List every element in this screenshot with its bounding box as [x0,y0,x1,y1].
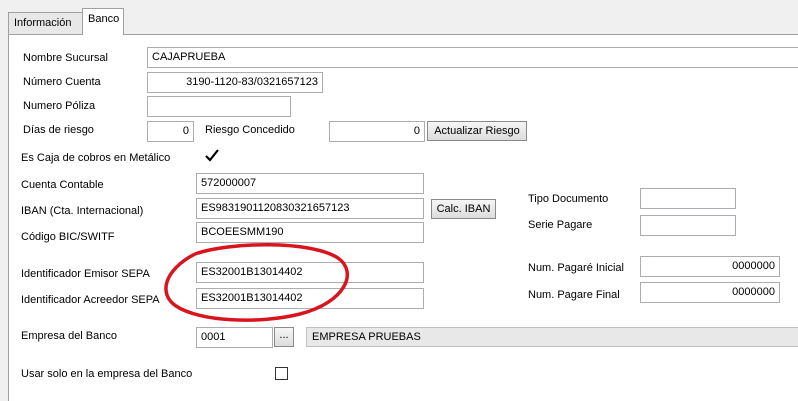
riesgo-concedido-field[interactable]: 0 [329,121,425,142]
pagare-inicial-field[interactable]: 0000000 [640,256,780,277]
nombre-sucursal-label: Nombre Sucursal [23,52,108,64]
empresa-banco-code-field[interactable]: 0001 [196,327,273,348]
empresa-banco-label: Empresa del Banco [21,330,117,342]
tab-informacion[interactable]: Información [8,12,83,34]
riesgo-concedido-label: Riesgo Concedido [205,124,295,136]
iban-label: IBAN (Cta. Internacional) [21,205,144,217]
checkmark-icon [205,149,219,162]
numero-cuenta-label: Número Cuenta [23,76,101,88]
cuenta-contable-field[interactable]: 572000007 [196,173,424,194]
acreedor-sepa-label: Identificador Acreedor SEPA [21,294,160,306]
caja-metalico-label: Es Caja de cobros en Metálico [21,152,171,164]
iban-field[interactable]: ES9831901120830321657123 [196,198,424,219]
nombre-sucursal-field[interactable]: CAJAPRUEBA [147,47,798,68]
dias-riesgo-label: Días de riesgo [23,124,94,136]
empresa-browse-button[interactable]: ... [274,327,294,347]
caja-metalico-checkbox[interactable] [204,148,220,164]
numero-cuenta-field[interactable]: 3190-1120-83/0321657123 [147,72,323,93]
pagare-inicial-label: Num. Pagaré Inicial [528,262,624,274]
serie-pagare-label: Serie Pagare [528,219,593,231]
actualizar-riesgo-button[interactable]: Actualizar Riesgo [427,121,527,141]
dias-riesgo-field[interactable]: 0 [147,121,194,142]
pagare-final-field[interactable]: 0000000 [640,282,780,303]
usar-solo-checkbox[interactable] [275,367,288,380]
calc-iban-button[interactable]: Calc. IBAN [431,199,496,219]
emisor-sepa-label: Identificador Emisor SEPA [21,268,150,280]
pagare-final-label: Num. Pagare Final [528,289,620,301]
tipo-documento-label: Tipo Documento [528,193,609,205]
cuenta-contable-label: Cuenta Contable [21,179,104,191]
tipo-documento-field[interactable] [640,188,736,209]
red-ellipse-annotation [164,243,349,322]
serie-pagare-field[interactable] [640,215,736,236]
empresa-banco-name-field: EMPRESA PRUEBAS [306,327,798,347]
usar-solo-label: Usar solo en la empresa del Banco [21,368,193,380]
numero-poliza-label: Numero Póliza [23,100,96,112]
tab-banco[interactable]: Banco [82,8,124,35]
numero-poliza-field[interactable] [147,96,291,117]
bic-label: Código BIC/SWITF [21,231,115,243]
